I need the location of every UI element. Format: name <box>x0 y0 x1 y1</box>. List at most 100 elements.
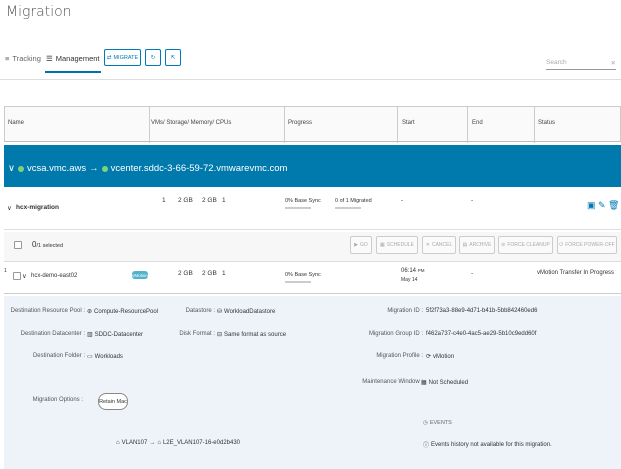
maintenance-window-label: Maintenance Window : <box>362 379 423 385</box>
table-row[interactable]: 1 ∨ hcx-demo-east02 vMotion 2 GB 2 GB 1 … <box>4 262 621 294</box>
list-icon: ≡ <box>5 54 10 63</box>
play-icon: ▶ <box>354 242 359 248</box>
chevron-down-icon[interactable]: ∨ <box>22 272 27 280</box>
disk-format-label: Disk Format : <box>179 331 215 337</box>
status-dot-icon <box>17 165 24 172</box>
events-message: ⓘ Events history not available for this m… <box>423 441 552 450</box>
network-icon: ⌂ <box>116 440 120 446</box>
row-index: 1 <box>4 268 7 274</box>
column-progress[interactable]: Progress <box>288 120 312 126</box>
migration-id-label: Migration ID : <box>387 308 423 314</box>
vm-name: hcx-demo-east02 <box>31 273 78 279</box>
vm-start-time: 06:14 PM <box>401 268 425 274</box>
select-all-checkbox[interactable] <box>14 241 22 251</box>
refresh-button[interactable]: ↻ <box>145 49 161 66</box>
selection-count: 0/1 selected <box>32 240 64 249</box>
tab-management[interactable]: ☰ Management <box>45 54 101 73</box>
clock-icon: ◷ <box>423 420 428 426</box>
migration-group-row[interactable]: ∨ hcx-migration 1 2 GB 2 GB 1 0% Base Sy… <box>4 188 621 230</box>
group-progress-count: 0 of 1 Migrated <box>335 198 372 204</box>
group-end: - <box>471 197 474 204</box>
force-cleanup-button[interactable]: ⊘ FORCE CLEANUP <box>498 236 553 254</box>
site-pair-banner[interactable]: ∨ vcsa.vmc.aws → vcenter.sddc-3-66-59-72… <box>4 145 621 187</box>
selection-bar: 0/1 selected ▶ GO ▦ SCHEDULE ✕ CANCEL ▤ ARCH… <box>4 232 621 262</box>
cancel-button[interactable]: ✕ CANCEL <box>422 236 456 254</box>
network-mapping: ⌂ VLAN107 → ⌂ L2E_VLAN107-16-e0d2b430 <box>116 440 240 446</box>
migration-details-panel: Destination Resource Pool : ⊛ Compute-Res… <box>4 296 621 469</box>
maintenance-window: ▦ Not Scheduled <box>421 379 469 387</box>
status-dot-icon <box>101 165 108 172</box>
close-icon: ✕ <box>425 242 430 248</box>
events-header: ◷ EVENTS <box>423 420 452 426</box>
migration-profile-label: Migration Profile : <box>376 353 423 359</box>
disk-format: ⊟ Same format as source <box>217 331 287 339</box>
close-icon[interactable]: ✕ <box>611 59 616 67</box>
migration-options-label: Migration Options : <box>32 397 83 403</box>
datastore-label: Datastore : <box>185 308 215 314</box>
chevron-down-icon[interactable]: ∨ <box>8 163 15 174</box>
export-button[interactable]: ⇱ <box>165 49 181 66</box>
datastore: ⛁ WorkloadDatastore <box>217 308 276 316</box>
tab-tracking[interactable]: ≡ Tracking <box>5 54 41 63</box>
column-name[interactable]: Name <box>8 120 24 126</box>
column-status[interactable]: Status <box>538 120 555 126</box>
resource-pool-icon: ⊛ <box>87 309 93 315</box>
migrate-button[interactable]: ⇄ MIGRATE <box>104 49 141 66</box>
chart-icon[interactable]: ▣ <box>587 200 596 211</box>
datacenter-icon: ▥ <box>87 332 93 338</box>
export-icon: ⇱ <box>170 54 176 61</box>
info-icon: ⓘ <box>423 443 430 449</box>
vm-storage: 2 GB <box>178 270 193 277</box>
vm-start-date: May 14 <box>401 277 418 283</box>
go-button[interactable]: ▶ GO <box>350 236 372 254</box>
source-site: vcsa.vmc.aws <box>26 163 87 174</box>
disk-icon: ⊟ <box>217 332 223 338</box>
power-icon: ⏻ <box>559 242 564 248</box>
group-name: hcx-migration <box>16 204 59 211</box>
chevron-down-icon[interactable]: ∨ <box>7 204 12 212</box>
progress-bar <box>285 279 311 286</box>
group-vms: 1 <box>162 197 166 204</box>
search-input[interactable]: Search ✕ <box>546 56 616 70</box>
list-icon: ☰ <box>46 54 53 63</box>
migration-id: 5f2f73a3-88e9-4d71-b41b-5bb842460ed6 <box>426 308 538 314</box>
calendar-icon: ▦ <box>421 380 427 386</box>
retain-mac-tag: Retain Mac <box>98 393 128 410</box>
migration-group-id: f462a737-c4e0-4ac5-ae29-5b10c9edd60f <box>426 331 537 337</box>
group-start: - <box>401 197 404 204</box>
column-resources[interactable]: VMs/ Storage/ Memory/ CPUs <box>151 120 231 126</box>
schedule-button[interactable]: ▦ SCHEDULE <box>376 236 418 254</box>
page-title: Migration <box>6 4 72 20</box>
datastore-icon: ⛁ <box>217 309 223 315</box>
column-start[interactable]: Start <box>402 120 415 126</box>
cleanup-icon: ⊘ <box>501 242 506 248</box>
dest-datacenter-label: Destination Datacenter : <box>20 331 85 337</box>
destination-site: vcenter.sddc-3-66-59-72.vmwarevmc.com <box>110 163 288 174</box>
row-checkbox[interactable] <box>13 272 21 282</box>
trash-icon[interactable]: 🗑 <box>608 200 619 211</box>
force-power-off-button[interactable]: ⏻ FORCE POWER-OFF <box>557 236 617 254</box>
arrow-icon: → <box>89 163 99 174</box>
archive-icon: ▤ <box>462 242 468 248</box>
vm-progress: 0% Base Sync <box>285 272 321 278</box>
folder-icon: ▭ <box>87 354 93 360</box>
dest-resource-pool: ⊛ Compute-ResourcePool <box>87 308 159 316</box>
tab-bar: ≡ Tracking ☰ Management ⇄ MIGRATE ↻ ⇱ Se… <box>0 46 621 80</box>
dest-folder: ▭ Workloads <box>87 353 123 361</box>
network-icon: ⌂ <box>157 440 161 446</box>
vm-memory: 2 GB <box>202 270 217 277</box>
dest-folder-label: Destination Folder : <box>32 353 85 359</box>
column-end[interactable]: End <box>472 120 483 126</box>
dest-datacenter: ▥ SDDC-Datacenter <box>87 331 144 339</box>
migration-group-id-label: Migration Group ID : <box>368 331 423 337</box>
vmotion-icon: ⟳ <box>426 354 432 360</box>
vm-end: - <box>471 270 474 277</box>
archive-button[interactable]: ▤ ARCHIVE <box>459 236 495 254</box>
refresh-icon: ↻ <box>150 54 156 61</box>
edit-icon[interactable]: ✎ <box>598 200 606 211</box>
dest-resource-pool-label: Destination Resource Pool : <box>10 308 85 314</box>
group-progress: 0% Base Sync <box>285 198 321 204</box>
group-storage: 2 GB <box>178 197 193 204</box>
refresh-arrows-icon: ⇄ <box>106 54 112 61</box>
progress-bar <box>285 205 311 212</box>
